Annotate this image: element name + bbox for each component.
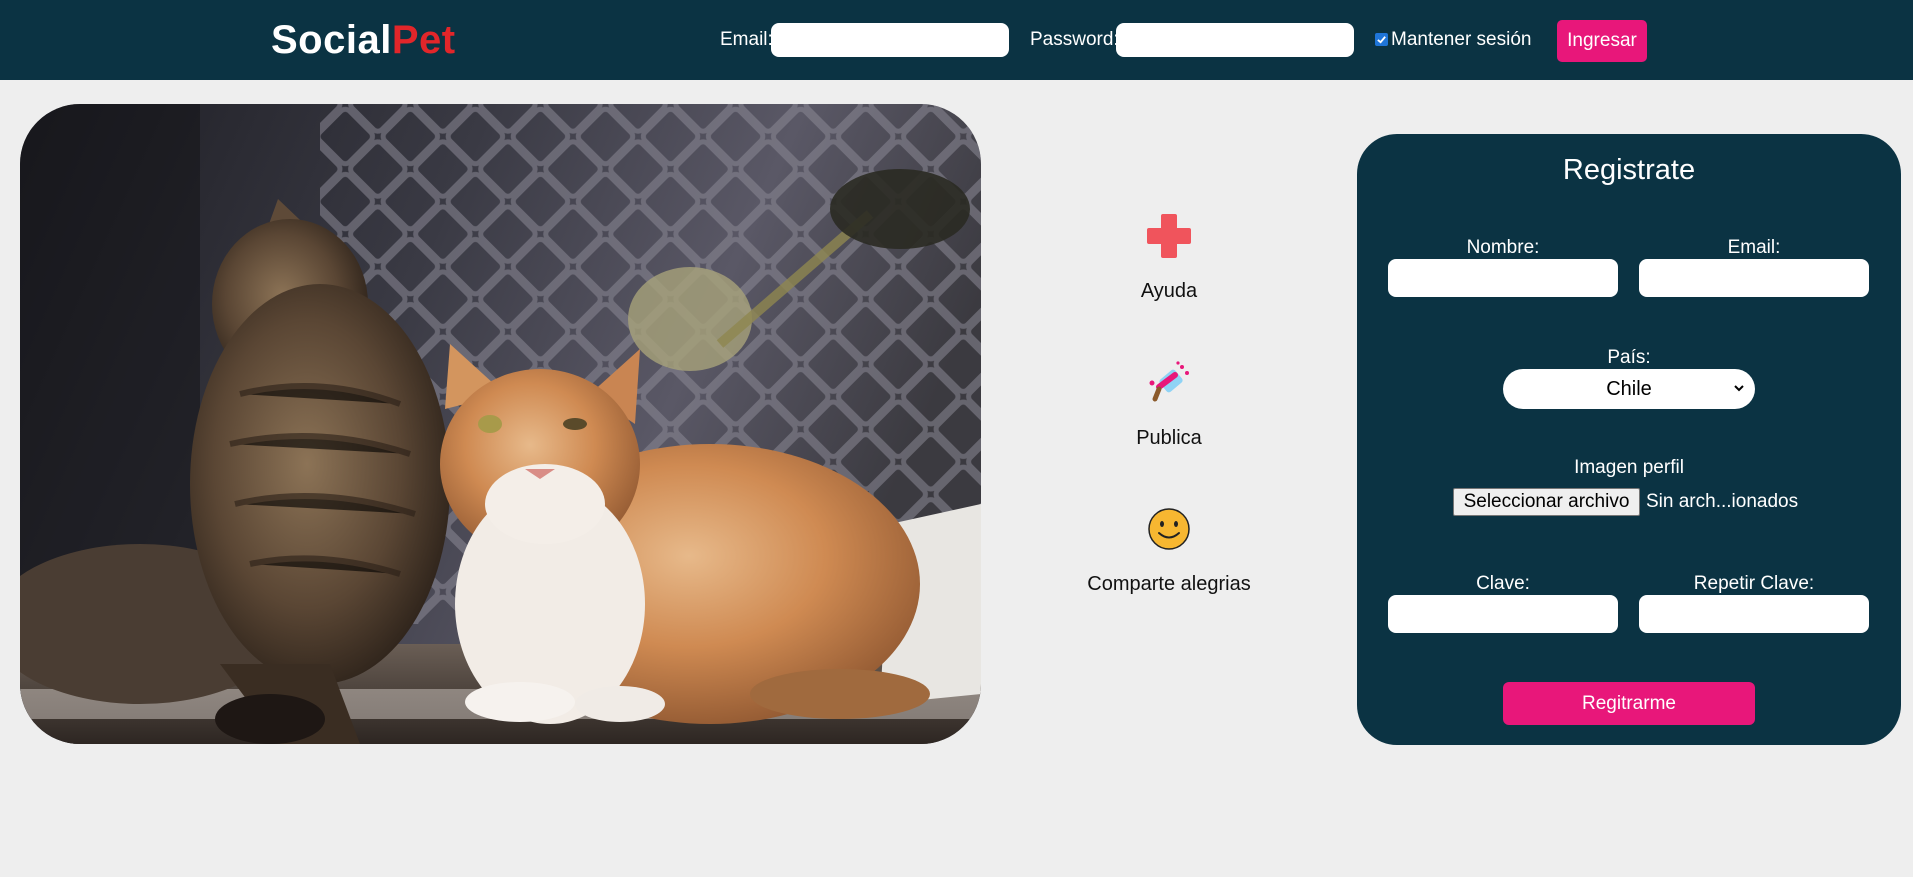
password-label: Clave: [1476, 573, 1530, 594]
feature-help-label: Ayuda [1140, 280, 1198, 302]
country-select[interactable]: Chile [1503, 369, 1755, 409]
feature-publish-label: Publica [1136, 427, 1202, 449]
red-cross-icon [1147, 214, 1191, 258]
login-password-label: Password: [1030, 29, 1119, 50]
feature-help: Ayuda [1049, 212, 1289, 303]
hero-cats-image [20, 104, 981, 744]
check-icon [1377, 36, 1386, 44]
profile-image-label: Imagen perfil [1574, 457, 1684, 478]
logo[interactable]: SocialPet [271, 18, 456, 63]
repeat-password-input[interactable] [1639, 595, 1869, 633]
logo-text-social: Social [271, 18, 392, 62]
remember-session-checkbox[interactable] [1375, 33, 1388, 46]
register-email-input[interactable] [1639, 259, 1869, 297]
login-password-input[interactable] [1116, 23, 1354, 57]
name-label: Nombre: [1466, 237, 1540, 258]
register-submit-button[interactable]: Regitrarme [1503, 682, 1755, 725]
chevron-down-icon [1734, 385, 1744, 392]
repeat-password-label: Repetir Clave: [1693, 573, 1815, 594]
feature-publish: Publica [1049, 359, 1289, 450]
country-label: País: [1607, 347, 1651, 368]
logo-text-pet: Pet [391, 18, 456, 62]
file-status-text: Sin arch...ionados [1646, 491, 1799, 512]
feature-share-joy-label: Comparte alegrias [1087, 573, 1251, 595]
country-selected-value: Chile [1606, 377, 1652, 400]
choose-file-button[interactable]: Seleccionar archivo [1453, 488, 1640, 516]
password-input[interactable] [1388, 595, 1618, 633]
feature-share-joy: Comparte alegrias [1049, 505, 1289, 596]
login-email-label: Email: [720, 29, 773, 50]
login-button[interactable]: Ingresar [1557, 20, 1647, 62]
login-email-input[interactable] [771, 23, 1009, 57]
paint-roller-icon [1149, 361, 1189, 402]
register-panel: Registrate Nombre: Email: País: Chile Im… [1357, 134, 1901, 745]
remember-session-label[interactable]: Mantener sesión [1391, 29, 1531, 51]
register-title: Registrate [1562, 154, 1696, 186]
name-input[interactable] [1388, 259, 1618, 297]
register-email-label: Email: [1727, 237, 1781, 258]
smiley-icon [1148, 508, 1190, 550]
top-navbar: SocialPet Email: Password: Mantener sesi… [0, 0, 1913, 80]
